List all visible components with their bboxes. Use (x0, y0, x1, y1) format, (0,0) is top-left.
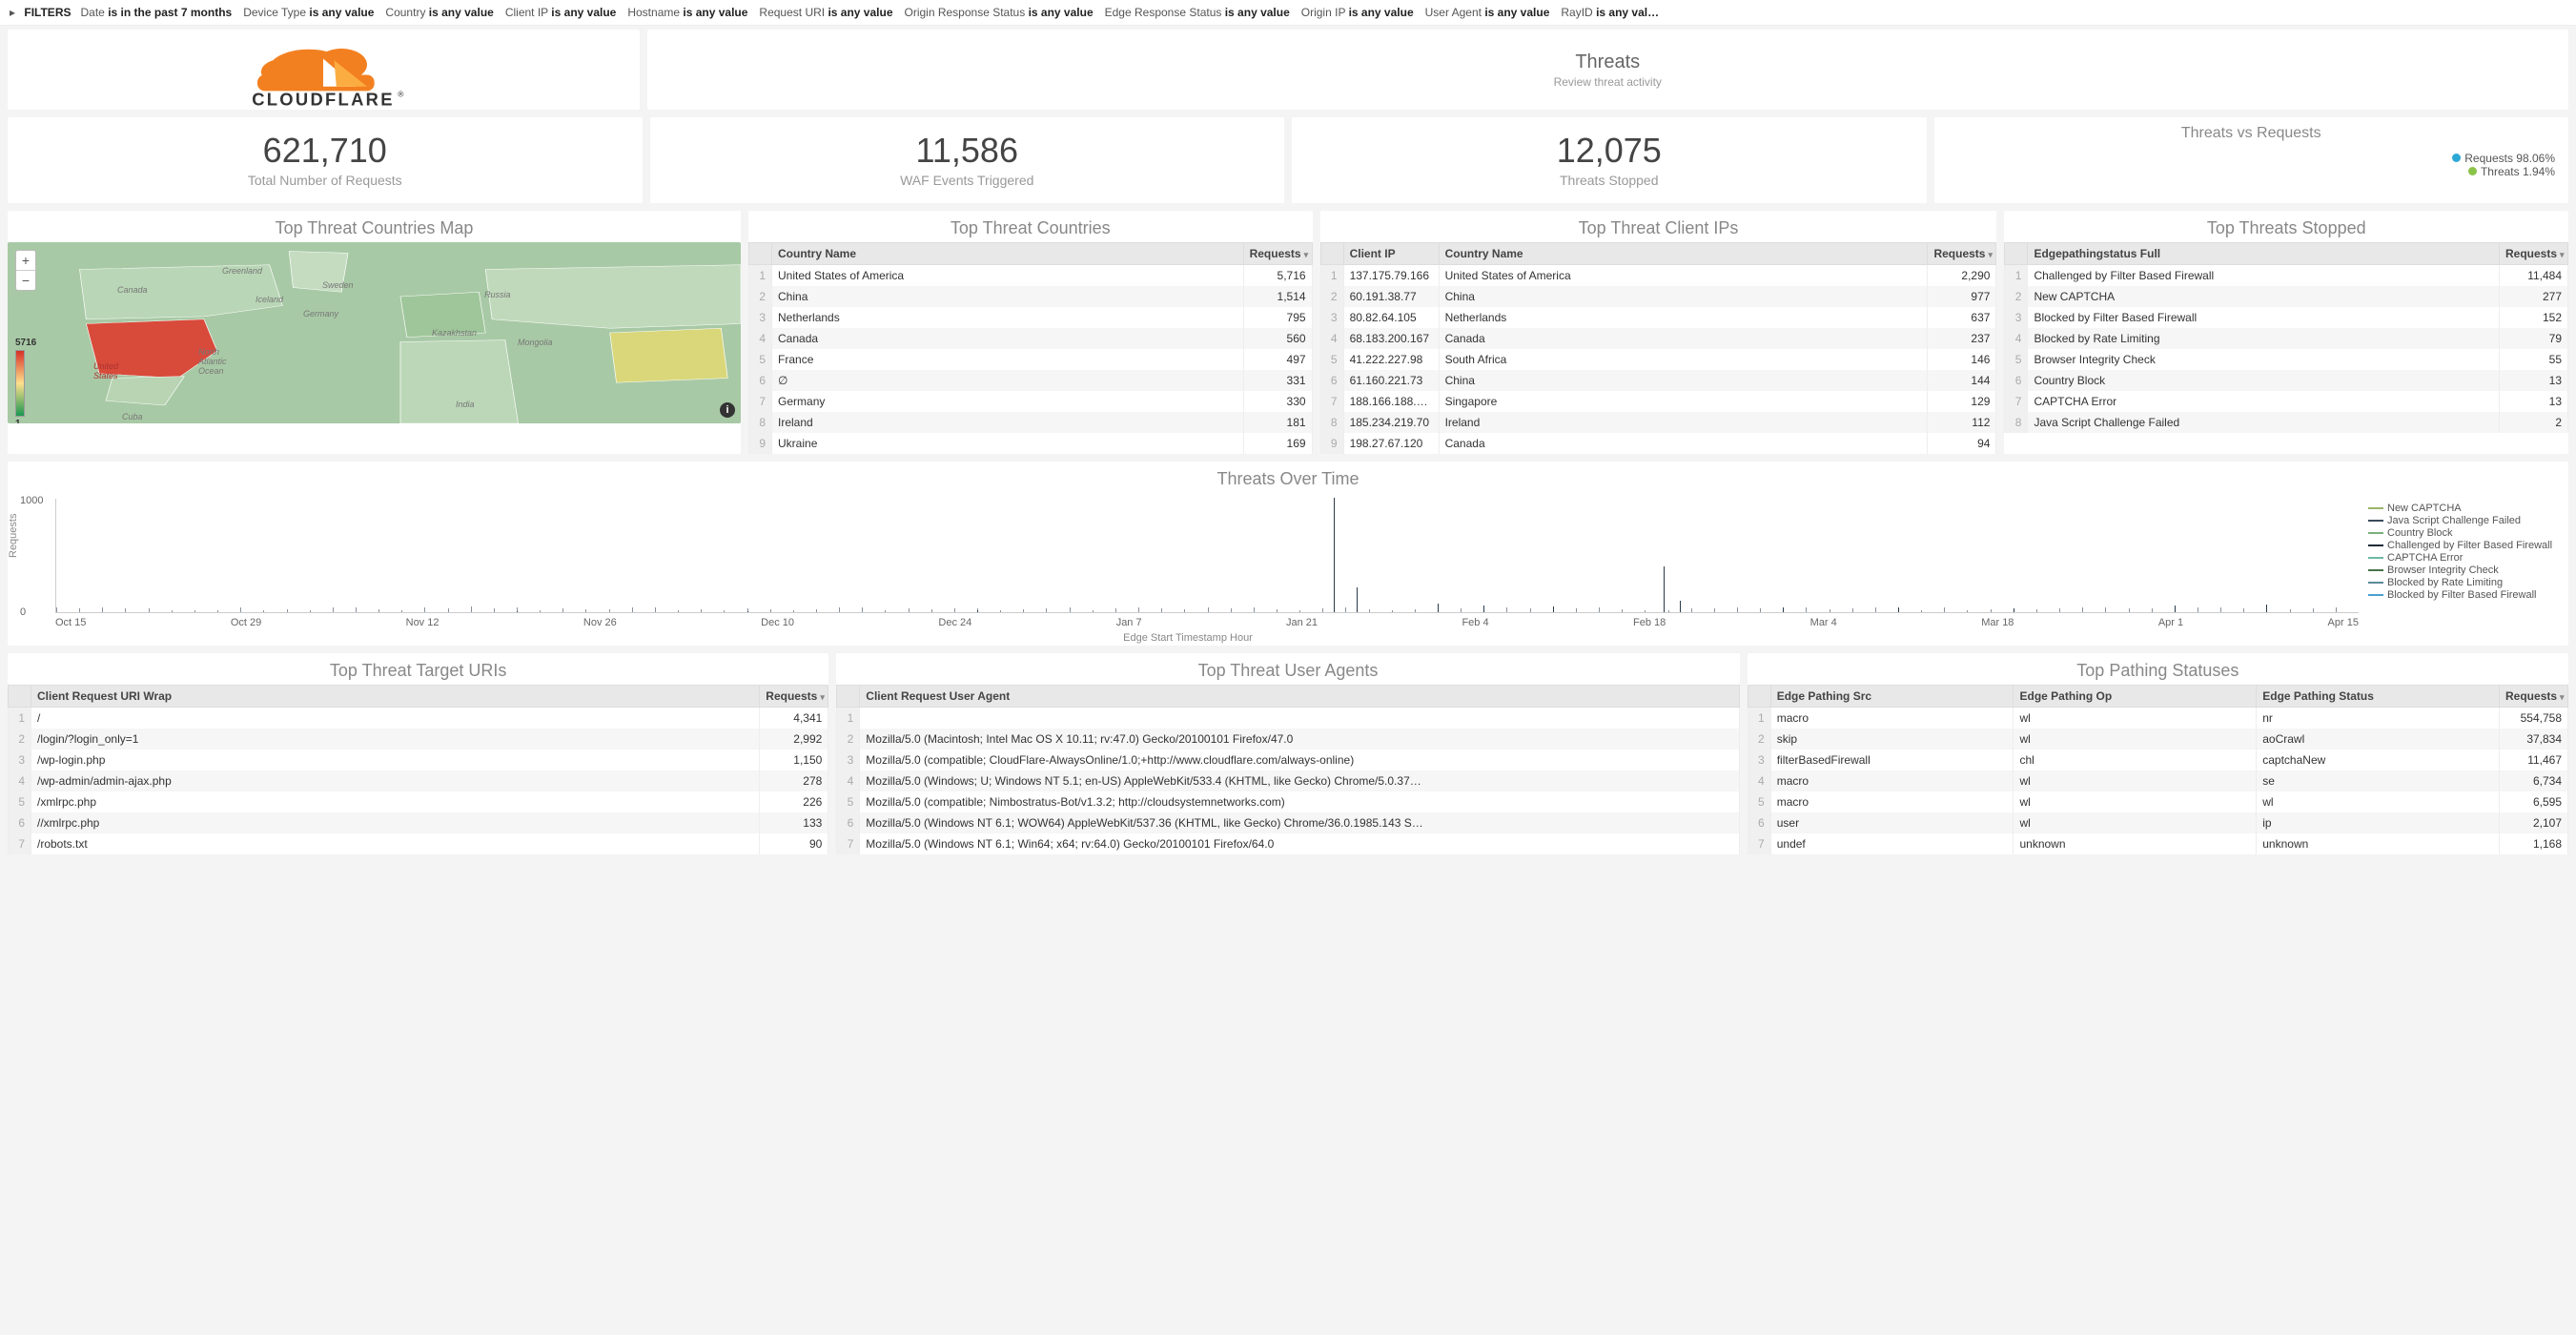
table-row[interactable]: 5Browser Integrity Check55 (2005, 349, 2568, 370)
table-row[interactable]: 6∅331 (749, 370, 1313, 391)
sort-desc-icon[interactable]: ▾ (2560, 250, 2565, 259)
sort-desc-icon[interactable]: ▾ (1988, 250, 1993, 259)
table-row[interactable]: 1Challenged by Filter Based Firewall11,4… (2005, 265, 2568, 287)
top-uris-panel: Top Threat Target URIs Client Request UR… (8, 653, 828, 854)
threat-countries-map-panel: Top Threat Countries Map + − 5716 1 i (8, 211, 741, 454)
table-row[interactable]: 6userwlip2,107 (1748, 812, 2567, 833)
table-row[interactable]: 7/robots.txt90 (9, 833, 828, 854)
table-row[interactable]: 7undefunknownunknown1,168 (1748, 833, 2567, 854)
filter-chip[interactable]: RayID is any val… (1561, 6, 1659, 19)
table-row[interactable]: 1United States of America5,716 (749, 265, 1313, 287)
filter-chip[interactable]: Device Type is any value (243, 6, 374, 19)
page-title: Threats (661, 51, 2556, 73)
table-row[interactable]: 8Ireland181 (749, 412, 1313, 433)
table-row[interactable]: 3/wp-login.php1,150 (9, 750, 828, 770)
table-row[interactable]: 1/4,341 (9, 708, 828, 729)
filter-chip[interactable]: Hostname is any value (627, 6, 747, 19)
table-row[interactable]: 3Mozilla/5.0 (compatible; CloudFlare-Alw… (837, 750, 1739, 770)
svg-text:CLOUDFLARE: CLOUDFLARE (252, 90, 395, 110)
svg-text:®: ® (398, 90, 404, 99)
table-row[interactable]: 4/wp-admin/admin-ajax.php278 (9, 770, 828, 791)
table-row[interactable]: 4macrowlse6,734 (1748, 770, 2567, 791)
top-threats-stopped-panel: Top Threats Stopped Edgepathingstatus Fu… (2004, 211, 2568, 454)
kpi-total-requests: 621,710 Total Number of Requests (8, 117, 643, 203)
filter-chip[interactable]: Client IP is any value (505, 6, 617, 19)
world-map[interactable]: + − 5716 1 i (8, 242, 741, 423)
filter-chip[interactable]: Request URI is any value (759, 6, 892, 19)
table-row[interactable]: 260.191.38.77China977 (1320, 286, 1996, 307)
filter-chip[interactable]: Edge Response Status is any value (1105, 6, 1290, 19)
table-row[interactable]: 9198.27.67.120Canada94 (1320, 433, 1996, 454)
table-row[interactable]: 7188.166.188.152Singapore129 (1320, 391, 1996, 412)
table-row[interactable]: 6Mozilla/5.0 (Windows NT 6.1; WOW64) App… (837, 812, 1739, 833)
table-row[interactable]: 7Germany330 (749, 391, 1313, 412)
table-row[interactable]: 2Mozilla/5.0 (Macintosh; Intel Mac OS X … (837, 729, 1739, 750)
pathing-table[interactable]: Edge Pathing Src Edge Pathing Op Edge Pa… (1748, 685, 2568, 854)
filters-bar[interactable]: ▸ FILTERS Date is in the past 7 months De… (0, 0, 2576, 26)
top-user-agents-panel: Top Threat User Agents Client Request Us… (836, 653, 1739, 854)
table-row[interactable]: 541.222.227.98South Africa146 (1320, 349, 1996, 370)
table-row[interactable]: 2skipwlaoCrawl37,834 (1748, 729, 2567, 750)
table-row[interactable]: 9Ukraine169 (749, 433, 1313, 454)
pathing-statuses-panel: Top Pathing Statuses Edge Pathing Src Ed… (1748, 653, 2568, 854)
table-row[interactable]: 5France497 (749, 349, 1313, 370)
table-row[interactable]: 6Country Block13 (2005, 370, 2568, 391)
table-row[interactable]: 8185.234.219.70Ireland112 (1320, 412, 1996, 433)
table-row[interactable]: 7CAPTCHA Error13 (2005, 391, 2568, 412)
table-row[interactable]: 4Blocked by Rate Limiting79 (2005, 328, 2568, 349)
top-threat-ips-panel: Top Threat Client IPs Client IP Country … (1320, 211, 1997, 454)
table-row[interactable]: 4Canada560 (749, 328, 1313, 349)
table-row[interactable]: 1 (837, 708, 1739, 729)
table-row[interactable]: 6//xmlrpc.php133 (9, 812, 828, 833)
filter-chip[interactable]: Origin IP is any value (1301, 6, 1414, 19)
table-row[interactable]: 5Mozilla/5.0 (compatible; Nimbostratus-B… (837, 791, 1739, 812)
table-row[interactable]: 4Mozilla/5.0 (Windows; U; Windows NT 5.1… (837, 770, 1739, 791)
filters-label: FILTERS (24, 6, 71, 19)
table-row[interactable]: 7Mozilla/5.0 (Windows NT 6.1; Win64; x64… (837, 833, 1739, 854)
filter-chip[interactable]: User Agent is any value (1425, 6, 1550, 19)
table-row[interactable]: 2China1,514 (749, 286, 1313, 307)
top-ips-table[interactable]: Client IP Country Name Requests▾ 1137.17… (1320, 242, 1997, 454)
sort-desc-icon[interactable]: ▾ (1304, 250, 1309, 259)
map-color-scale: 5716 1 (15, 338, 46, 423)
kpi-waf-events: 11,586 WAF Events Triggered (650, 117, 1285, 203)
brand-logo: CLOUDFLARE ® (8, 30, 640, 110)
top-countries-table[interactable]: Country Name Requests▾ 1United States of… (748, 242, 1313, 454)
table-row[interactable]: 3Netherlands795 (749, 307, 1313, 328)
table-row[interactable]: 380.82.64.105Netherlands637 (1320, 307, 1996, 328)
sort-desc-icon[interactable]: ▾ (820, 692, 825, 702)
table-row[interactable]: 8Java Script Challenge Failed2 (2005, 412, 2568, 433)
filter-chip[interactable]: Origin Response Status is any value (905, 6, 1094, 19)
top-uris-table[interactable]: Client Request URI Wrap Requests▾ 1/4,34… (8, 685, 828, 854)
table-row[interactable]: 468.183.200.167Canada237 (1320, 328, 1996, 349)
table-row[interactable]: 2New CAPTCHA277 (2005, 286, 2568, 307)
map-zoom-controls[interactable]: + − (15, 250, 36, 291)
line-chart[interactable]: 1000 0 (55, 499, 2359, 613)
threats-over-time-panel: Threats Over Time Requests 1000 0 Oct 15… (8, 462, 2568, 646)
top-stopped-table[interactable]: Edgepathingstatus Full Requests▾ 1Challe… (2004, 242, 2568, 433)
table-row[interactable]: 2/login/?login_only=12,992 (9, 729, 828, 750)
table-row[interactable]: 5macrowlwl6,595 (1748, 791, 2567, 812)
chart-legend: New CAPTCHAJava Script Challenge FailedC… (2359, 499, 2559, 644)
top-agents-table[interactable]: Client Request User Agent 12Mozilla/5.0 … (836, 685, 1739, 854)
table-row[interactable]: 661.160.221.73China144 (1320, 370, 1996, 391)
table-row[interactable]: 3filterBasedFirewallchlcaptchaNew11,467 (1748, 750, 2567, 770)
page-subtitle: Review threat activity (661, 75, 2556, 89)
filters-expand-icon[interactable]: ▸ (10, 6, 15, 19)
table-row[interactable]: 1137.175.79.166United States of America2… (1320, 265, 1996, 287)
sort-desc-icon[interactable]: ▾ (2560, 692, 2565, 702)
filter-chip[interactable]: Country is any value (385, 6, 493, 19)
table-row[interactable]: 5/xmlrpc.php226 (9, 791, 828, 812)
kpi-threats-stopped: 12,075 Threats Stopped (1292, 117, 1927, 203)
threats-vs-requests-panel: Threats vs Requests Requests 98.06%Threa… (1934, 117, 2569, 203)
table-row[interactable]: 1macrowlnr554,758 (1748, 708, 2567, 729)
zoom-out-button[interactable]: − (16, 271, 35, 290)
zoom-in-button[interactable]: + (16, 251, 35, 271)
top-threat-countries-panel: Top Threat Countries Country Name Reques… (748, 211, 1313, 454)
table-row[interactable]: 3Blocked by Filter Based Firewall152 (2005, 307, 2568, 328)
filter-chip[interactable]: Date is in the past 7 months (81, 6, 233, 19)
